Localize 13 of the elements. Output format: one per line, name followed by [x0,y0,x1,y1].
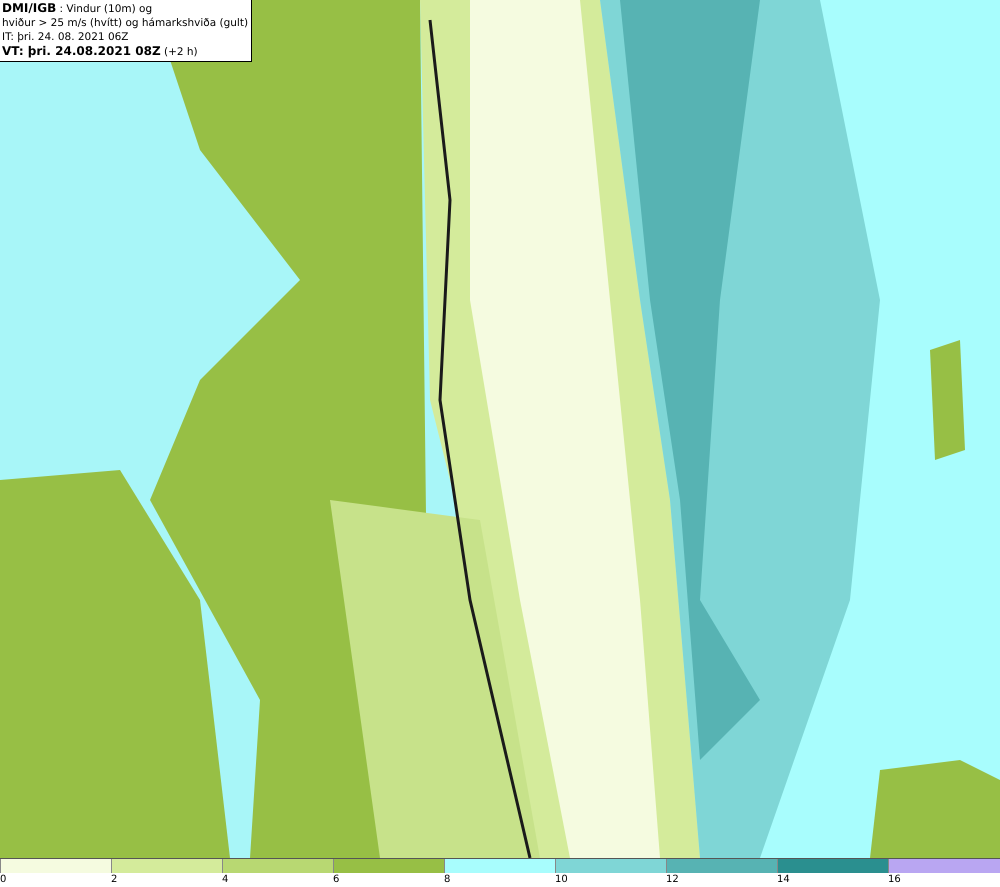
caption-line: DMI/IGB : Vindur (10m) og [2,1,154,16]
caption-line: IT: þri. 24. 08. 2021 06Z [2,30,130,44]
legend-label: 8 [444,873,450,886]
legend-label: 14 [777,873,790,886]
legend-label: 12 [666,873,679,886]
legend-label: 6 [333,873,340,886]
legend-label: 2 [111,873,118,886]
caption-line: hviður > 25 m/s (hvítt) og hámarkshviða (gult) [2,16,248,30]
caption-line: VT: þri. 24.08.2021 08Z (+2 h) [2,44,199,59]
legend-label: 10 [555,873,568,886]
legend-label: 4 [222,873,228,886]
legend-label: 16 [888,873,901,886]
legend-label: 0 [0,873,6,886]
